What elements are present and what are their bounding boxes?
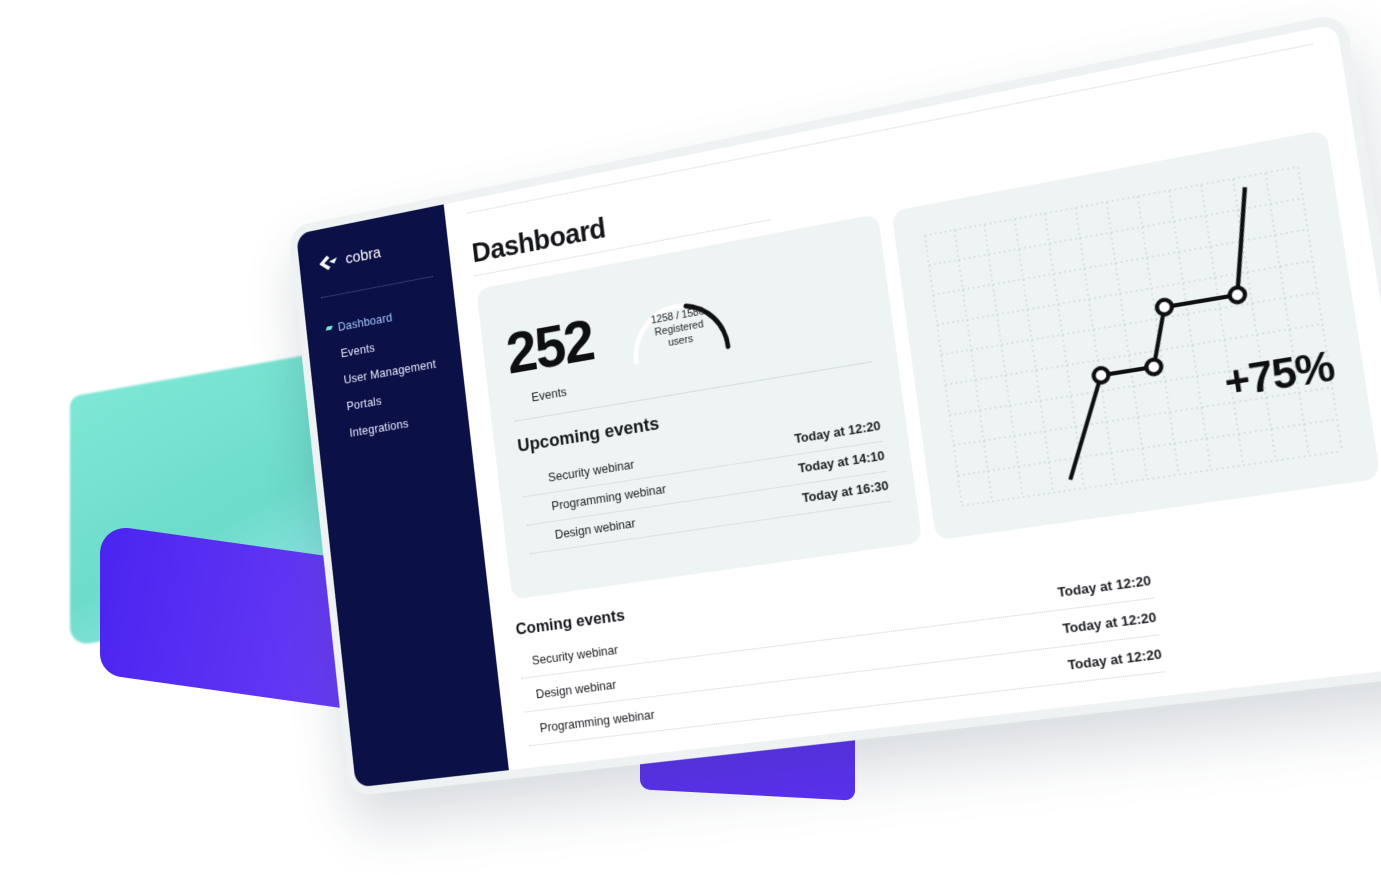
main-content: Dashboard 252 Events 1258 / 1586 Registe…: [444, 24, 1381, 770]
data-point: [1156, 299, 1173, 316]
grid-line-vertical: [925, 235, 962, 505]
event-name: Design webinar: [554, 515, 637, 542]
event-time: Today at 12:20: [1066, 645, 1163, 673]
event-time: Today at 16:30: [801, 477, 890, 506]
grid-line-vertical: [1107, 202, 1147, 479]
app-screen: cobra Dashboard Events User Management P…: [296, 23, 1381, 788]
stats-row: 252 Events 1258 / 1586 Registered users: [501, 238, 870, 407]
brand-logo[interactable]: cobra: [317, 234, 430, 274]
event-name: Design webinar: [535, 676, 618, 702]
grid-line-vertical: [1265, 173, 1308, 456]
event-time: Today at 14:10: [797, 447, 886, 476]
cobra-logo-icon: [318, 255, 338, 272]
grid-line-horizontal: [933, 229, 1308, 295]
growth-chart-card: +75%: [891, 129, 1381, 541]
events-stat: 252 Events: [501, 288, 599, 408]
grid-line-vertical: [954, 230, 992, 501]
grid-line-horizontal: [937, 261, 1312, 325]
grid-line-vertical: [1298, 167, 1342, 451]
event-name: Security webinar: [531, 642, 619, 668]
event-time: Today at 12:20: [1056, 572, 1153, 601]
series-line: [1034, 187, 1285, 479]
device-perspective: cobra Dashboard Events User Management P…: [0, 0, 1381, 895]
grid-line-horizontal: [941, 292, 1317, 354]
registered-users-gauge: 1258 / 1586 Registered users: [614, 267, 744, 374]
data-point: [1145, 359, 1162, 376]
grid-line-horizontal: [962, 451, 1342, 506]
brand-name: cobra: [344, 243, 382, 268]
grid-line-vertical: [984, 224, 1022, 497]
grid-line-horizontal: [929, 198, 1303, 265]
event-time: Today at 12:20: [793, 417, 882, 447]
event-time: Today at 12:20: [1061, 609, 1158, 637]
events-card: 252 Events 1258 / 1586 Registered users …: [476, 213, 923, 600]
grid-line-vertical: [1233, 179, 1276, 461]
growth-chart: [914, 154, 1355, 517]
grid-line-vertical: [1014, 219, 1053, 493]
grid-line-vertical: [1201, 185, 1243, 466]
grid-line-vertical: [1169, 191, 1211, 470]
tablet-frame: cobra Dashboard Events User Management P…: [287, 12, 1381, 797]
sidebar-nav: Dashboard Events User Management Portals…: [323, 295, 450, 448]
event-name: Security webinar: [547, 456, 636, 485]
data-point: [1093, 367, 1110, 384]
grid-line-horizontal: [958, 419, 1337, 475]
event-name: Programming webinar: [538, 706, 656, 736]
events-count: 252: [503, 306, 597, 387]
data-point: [1229, 286, 1246, 303]
events-label: Events: [530, 384, 568, 405]
sidebar-divider: [321, 275, 433, 299]
